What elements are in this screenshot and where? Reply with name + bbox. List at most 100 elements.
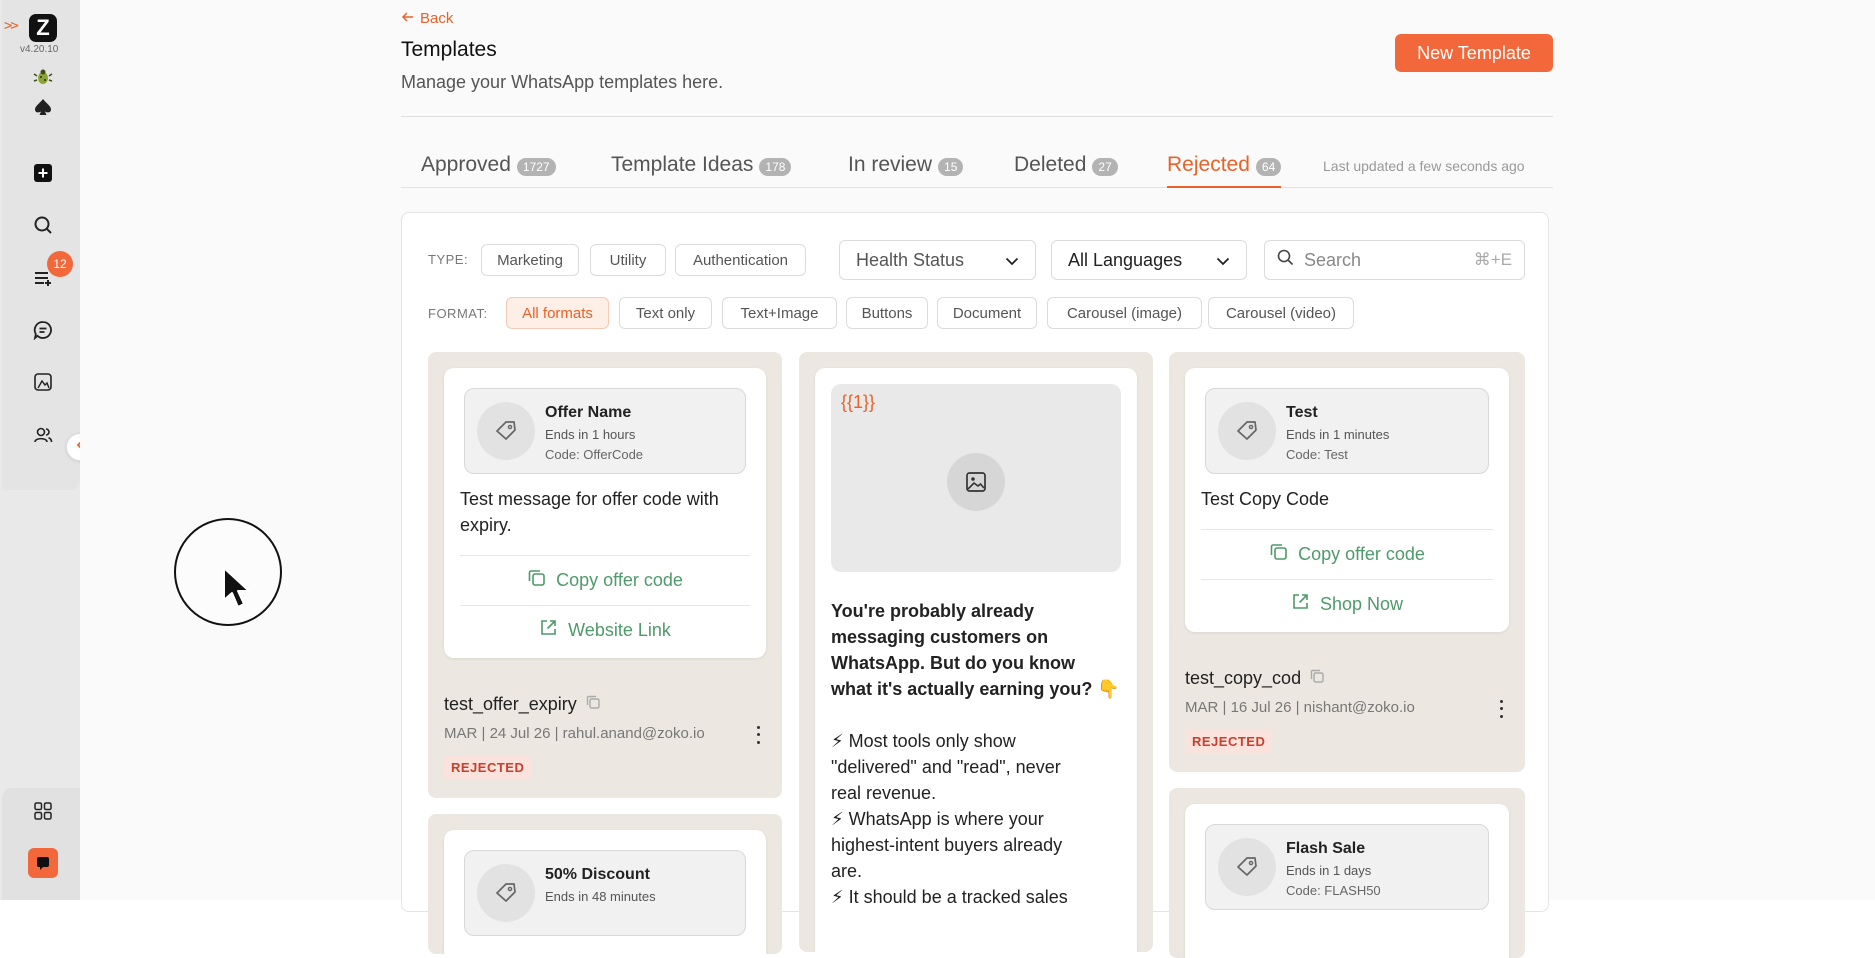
tab-in-review[interactable]: In review 15 xyxy=(848,148,964,188)
message-line: messaging customers on xyxy=(831,627,1049,647)
filter-format-text-only[interactable]: Text only xyxy=(619,297,712,329)
message-body: Test message for offer code with expiry. xyxy=(460,486,719,538)
message-preview: Offer Name Ends in 1 hours Code: OfferCo… xyxy=(444,368,766,658)
bug-icon[interactable] xyxy=(30,64,56,90)
tab-label: Template Ideas xyxy=(611,153,754,176)
copy-offer-code-button[interactable]: Copy offer code xyxy=(1185,530,1509,578)
back-label: Back xyxy=(420,10,454,27)
template-card[interactable]: Flash Sale Ends in 1 days Code: FLASH50 xyxy=(1169,788,1525,958)
tab-count: 64 xyxy=(1255,158,1282,176)
filter-format-all[interactable]: All formats xyxy=(506,297,609,329)
language-dropdown[interactable]: All Languages xyxy=(1051,240,1247,280)
message-line: ⚡ Most tools only show xyxy=(831,731,1016,751)
logo-icon[interactable]: Z xyxy=(29,14,57,42)
plus-square-icon[interactable] xyxy=(30,160,56,186)
message-line: "delivered" and "read", never xyxy=(831,757,1061,777)
tab-deleted[interactable]: Deleted 27 xyxy=(1014,148,1118,188)
offer-code: Code: FLASH50 xyxy=(1286,883,1381,898)
tab-label: Approved xyxy=(421,153,511,176)
copy-offer-code-button[interactable]: Copy offer code xyxy=(444,556,766,604)
button-label: Copy offer code xyxy=(556,569,683,590)
filter-type-marketing[interactable]: Marketing xyxy=(481,244,579,276)
template-card[interactable]: {{1}} You're probably already messaging … xyxy=(799,352,1153,952)
image-icon xyxy=(947,453,1005,511)
tab-label: In review xyxy=(848,153,933,176)
message-preview: 50% Discount Ends in 48 minutes xyxy=(444,830,766,954)
offer-expiry: Ends in 1 hours xyxy=(545,427,636,442)
tab-template-ideas[interactable]: Template Ideas 178 xyxy=(611,148,792,188)
message-line: You're probably already xyxy=(831,601,1035,621)
shop-now-button[interactable]: Shop Now xyxy=(1185,580,1509,628)
filter-format-text-image[interactable]: Text+Image xyxy=(722,297,837,329)
header-divider xyxy=(401,116,1553,117)
arrow-left-icon xyxy=(401,10,414,27)
button-label: Shop Now xyxy=(1319,593,1404,614)
back-link[interactable]: Back xyxy=(401,10,453,27)
message-body: You're probably already messaging custom… xyxy=(831,598,1121,910)
search-box[interactable]: ⌘+E xyxy=(1264,240,1525,280)
template-card[interactable]: 50% Discount Ends in 48 minutes xyxy=(428,814,782,954)
health-status-value: Health Status xyxy=(856,249,965,270)
kebab-icon[interactable] xyxy=(1493,698,1509,720)
health-status-dropdown[interactable]: Health Status xyxy=(839,240,1036,280)
offer-name: 50% Discount xyxy=(545,866,650,883)
search-shortcut: ⌘+E xyxy=(1473,250,1512,269)
message-line: highest-intent buyers already xyxy=(831,835,1063,855)
expand-rail-icon[interactable]: >> xyxy=(4,18,19,34)
website-link-button[interactable]: Website Link xyxy=(444,606,766,654)
offer-name: Test xyxy=(1286,404,1318,421)
copy-icon[interactable] xyxy=(585,694,601,715)
offer-expiry: Ends in 1 minutes xyxy=(1286,427,1390,442)
template-name: test_offer_expiry xyxy=(444,694,601,715)
search-icon[interactable] xyxy=(30,212,56,238)
tab-approved[interactable]: Approved 1727 xyxy=(421,148,556,188)
external-link-icon xyxy=(1291,592,1310,616)
last-updated-text: Last updated a few seconds ago xyxy=(1323,158,1525,174)
message-line xyxy=(831,702,1121,728)
cursor-highlight xyxy=(174,518,282,626)
message-body: Test Copy Code xyxy=(1201,489,1330,509)
kebab-icon[interactable] xyxy=(750,724,766,746)
new-template-button[interactable]: New Template xyxy=(1395,34,1553,72)
filter-format-document[interactable]: Document xyxy=(937,297,1037,329)
copy-icon[interactable] xyxy=(1309,668,1325,689)
page-subtitle: Manage your WhatsApp templates here. xyxy=(401,72,724,92)
button-label: Website Link xyxy=(568,619,671,640)
filter-type-utility[interactable]: Utility xyxy=(590,244,666,276)
language-value: All Languages xyxy=(1068,249,1183,270)
image-icon[interactable] xyxy=(30,369,56,395)
filter-type-authentication[interactable]: Authentication xyxy=(675,244,806,276)
offer-expiry: Ends in 1 days xyxy=(1286,863,1372,878)
users-icon[interactable] xyxy=(30,422,56,448)
template-card[interactable]: Offer Name Ends in 1 hours Code: OfferCo… xyxy=(428,352,782,798)
offer-box: Test Ends in 1 minutes Code: Test xyxy=(1205,388,1489,474)
spade-icon[interactable] xyxy=(30,94,56,120)
app-version: v4.20.10 xyxy=(20,44,59,55)
filter-format-carousel-image[interactable]: Carousel (image) xyxy=(1047,297,1202,329)
tab-label: Deleted xyxy=(1014,153,1087,176)
filter-format-carousel-video[interactable]: Carousel (video) xyxy=(1208,297,1354,329)
tab-count: 15 xyxy=(938,158,964,176)
offer-name: Offer Name xyxy=(545,404,632,421)
message-line: WhatsApp. But do you know xyxy=(831,653,1075,673)
template-card[interactable]: Test Ends in 1 minutes Code: Test Test C… xyxy=(1169,352,1525,772)
tab-count: 178 xyxy=(759,158,792,176)
template-name-text: test_copy_cod xyxy=(1185,668,1302,688)
search-input[interactable] xyxy=(1304,249,1444,271)
status-badge: REJECTED xyxy=(1185,730,1273,754)
tag-icon xyxy=(477,402,535,460)
external-link-icon xyxy=(539,618,558,642)
tag-icon xyxy=(1218,838,1276,896)
app-icon[interactable] xyxy=(28,848,58,878)
copy-icon xyxy=(527,568,546,592)
tag-icon xyxy=(477,864,535,922)
tab-count: 27 xyxy=(1092,158,1118,176)
filter-format-buttons[interactable]: Buttons xyxy=(846,297,928,329)
chat-icon[interactable] xyxy=(30,317,56,343)
offer-code: Code: Test xyxy=(1286,447,1348,462)
offer-name: Flash Sale xyxy=(1286,840,1366,857)
message-preview: Test Ends in 1 minutes Code: Test Test C… xyxy=(1185,368,1509,632)
grid-icon[interactable] xyxy=(30,798,56,824)
message-line: ⚡ WhatsApp is where your xyxy=(831,809,1044,829)
tab-rejected[interactable]: Rejected 64 xyxy=(1167,148,1282,188)
